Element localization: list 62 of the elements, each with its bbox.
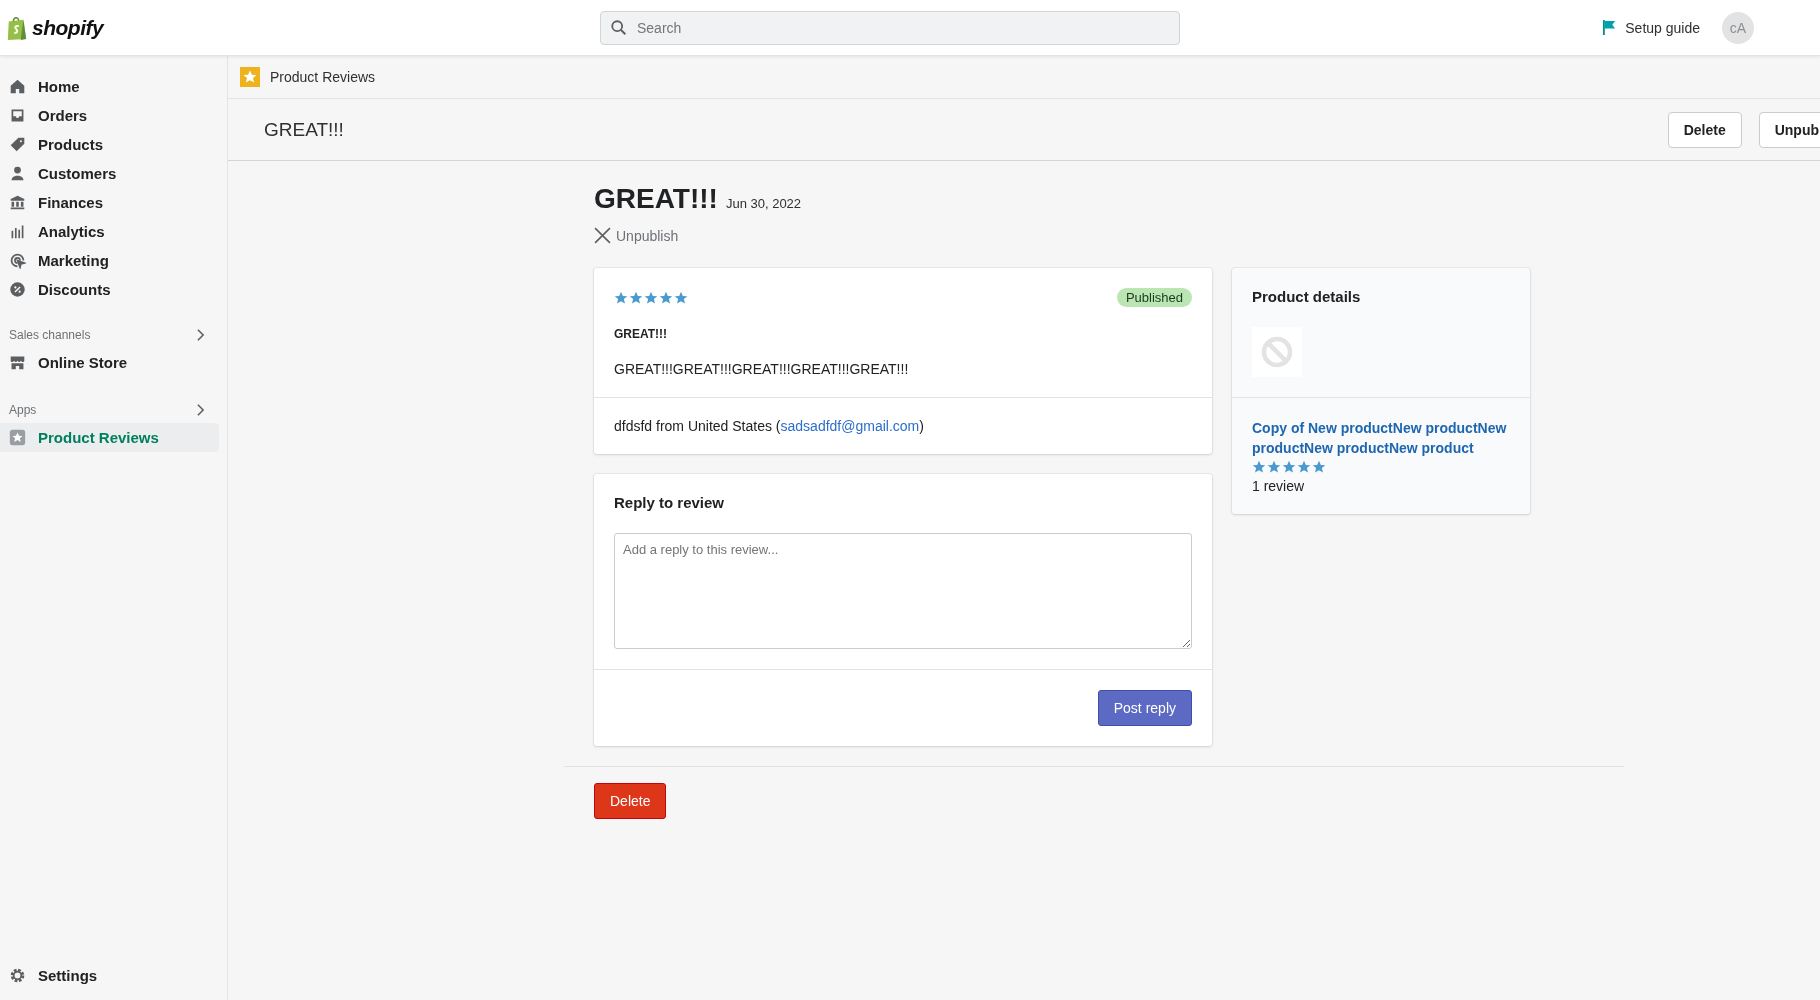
settings-icon: [9, 967, 26, 984]
store-icon: [9, 354, 26, 371]
review-body: GREAT!!!GREAT!!!GREAT!!!GREAT!!!GREAT!!!: [614, 361, 910, 377]
setup-guide-link[interactable]: Setup guide: [1602, 19, 1700, 36]
sidebar-item[interactable]: Product Reviews: [0, 423, 219, 452]
card-title: Product details: [1252, 288, 1362, 305]
email-link[interactable]: sadsadfdf@gmail.com: [780, 418, 920, 434]
star-icon: [1282, 460, 1296, 474]
card-title: Reply to review: [614, 494, 726, 511]
sidebar-item[interactable]: Home: [0, 72, 219, 101]
product-link[interactable]: Copy of New productNew productNew productNew productNew product: [1252, 418, 1510, 458]
star-icon: [1252, 460, 1266, 474]
settings-item[interactable]: Settings: [0, 961, 219, 990]
target-icon: [9, 252, 26, 269]
status-badge: Published: [1116, 288, 1192, 307]
home-icon: [9, 78, 26, 95]
sidebar-item[interactable]: Customers: [0, 159, 219, 188]
logo-text: shopify: [32, 15, 104, 40]
section-heading: Apps: [9, 403, 37, 417]
shopping-bag-icon: [6, 14, 28, 41]
action-button[interactable]: Delete: [1667, 111, 1742, 148]
sidebar-item[interactable]: Marketing: [0, 246, 219, 275]
review-count: 1 review: [1252, 478, 1306, 494]
review-headline: GREAT!!!: [614, 327, 669, 341]
unpublish-link[interactable]: Unpublish: [594, 227, 679, 244]
reply-field[interactable]: Add a reply to this review...: [614, 533, 1192, 649]
review-title: GREAT!!!: [594, 183, 718, 215]
close-icon: [594, 227, 611, 244]
bank-icon: [9, 194, 26, 211]
search-icon: [610, 18, 628, 37]
flag-icon: [1602, 19, 1618, 36]
page-title: GREAT!!!: [264, 118, 344, 141]
star-icon: [1297, 460, 1311, 474]
star-icon: [659, 290, 673, 305]
person-icon: [9, 165, 26, 182]
star-icon: [1312, 460, 1326, 474]
sidebar-item[interactable]: Analytics: [0, 217, 219, 246]
chevron-right-icon[interactable]: [196, 403, 205, 417]
no-image-icon: [1260, 335, 1294, 369]
star-icon: [1267, 460, 1281, 474]
discount-icon: [9, 281, 26, 298]
action-button[interactable]: Unpub: [1758, 111, 1820, 148]
breadcrumb[interactable]: Product Reviews: [270, 69, 376, 85]
sidebar-item[interactable]: Products: [0, 130, 219, 159]
sidebar-item[interactable]: Finances: [0, 188, 219, 217]
sidebar-item[interactable]: Online Store: [0, 348, 219, 377]
star-icon: [674, 290, 688, 305]
tag-icon: [9, 136, 26, 153]
review-date: Jun 30, 2022: [725, 196, 802, 211]
star-icon: [629, 290, 643, 305]
bars-icon: [9, 223, 26, 240]
post-reply-button[interactable]: Post reply: [1097, 690, 1192, 726]
sidebar-item[interactable]: Orders: [0, 101, 219, 130]
section-heading: Sales channels: [9, 328, 91, 342]
orders-icon: [9, 107, 26, 124]
search-field[interactable]: Search: [600, 10, 1180, 45]
chevron-right-icon[interactable]: [196, 328, 205, 342]
sidebar-item[interactable]: Discounts: [0, 275, 219, 304]
delete-button[interactable]: Delete: [594, 783, 667, 819]
star-icon: [614, 290, 628, 305]
review-author: dfdsfd from United States (sadsadfdf@gmail.com): [614, 418, 924, 434]
star-icon: [644, 290, 658, 305]
